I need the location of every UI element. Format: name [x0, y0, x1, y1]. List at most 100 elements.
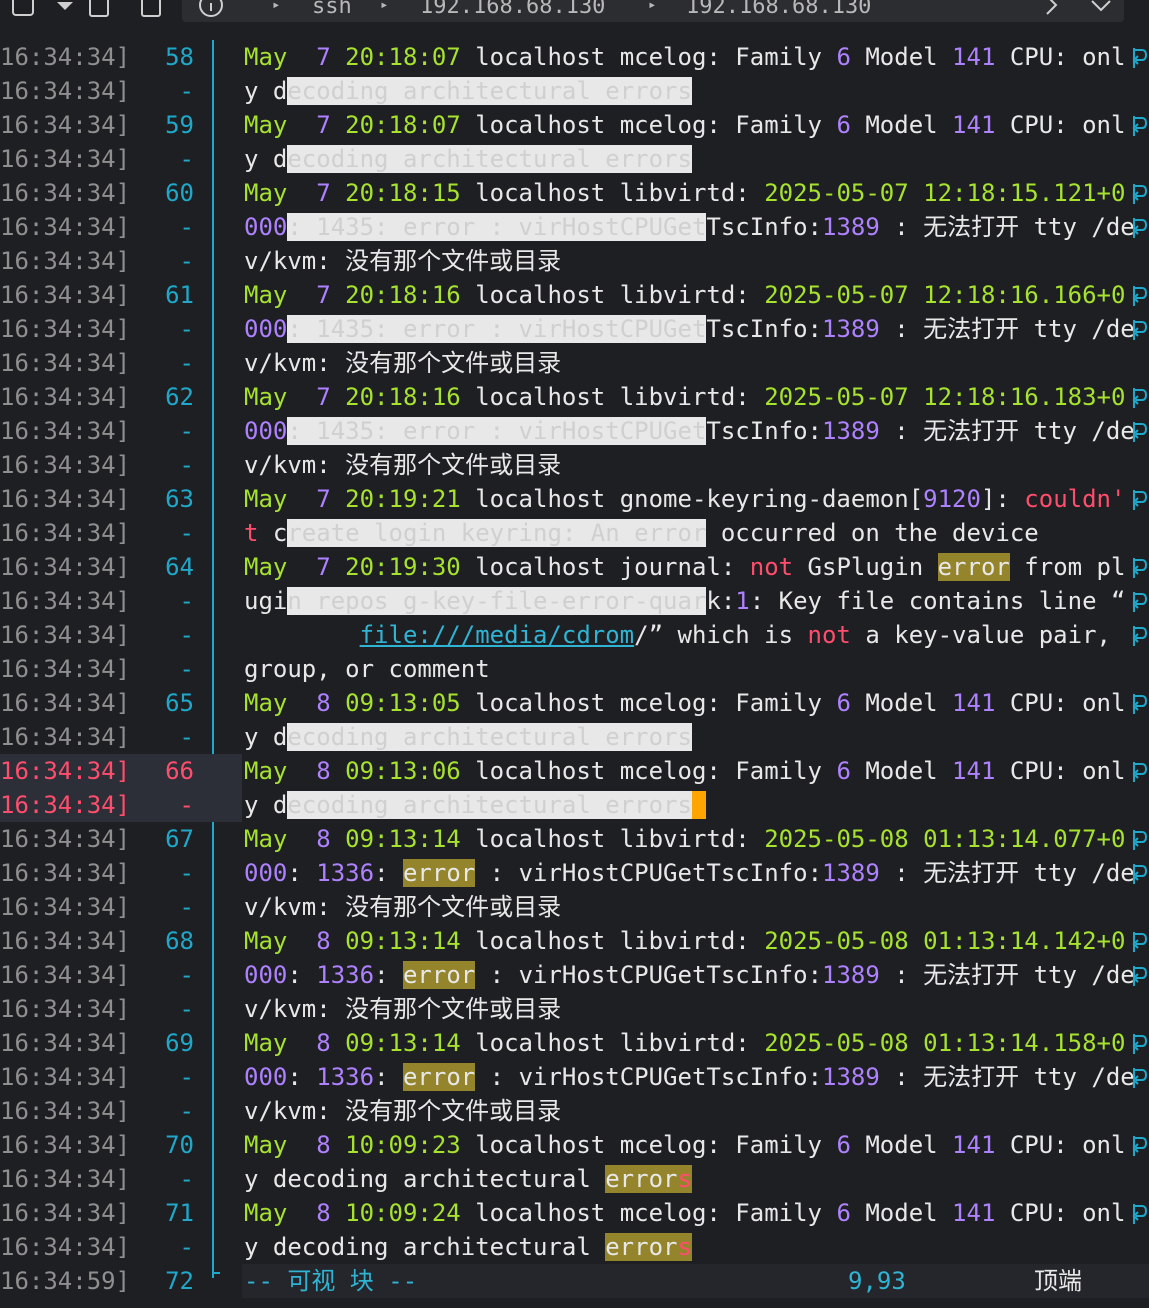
log-segment: 141	[952, 757, 996, 785]
log-text[interactable]: group, or comment	[244, 652, 490, 686]
dropdown-icon[interactable]	[52, 0, 78, 18]
log-text[interactable]: 000: 1336: error : virHostCPUGetTscInfo:…	[244, 1060, 1135, 1094]
log-text[interactable]: v/kvm: 没有那个文件或目录	[244, 244, 561, 278]
log-line[interactable]: 16:34:34] - 000: 1435: error : virHostCPUG…	[0, 312, 1149, 346]
log-text[interactable]: May 7 20:18:07 localhost mcelog: Family …	[244, 40, 1125, 74]
log-text[interactable]: May 7 20:18:07 localhost mcelog: Family …	[244, 108, 1125, 142]
log-line[interactable]: 16:34:34] - y decoding architectural error…	[0, 1230, 1149, 1264]
log-segment: : 1435: error : virHostCPUGet	[287, 417, 707, 445]
sidebar-icon[interactable]	[10, 0, 36, 18]
log-text[interactable]: t create login keyring: An error occurre…	[244, 516, 1039, 550]
log-text[interactable]: 000: 1435: error : virHostCPUGetTscInfo:…	[244, 210, 1135, 244]
info-icon[interactable]	[198, 0, 224, 18]
log-segment: s	[677, 1165, 692, 1193]
log-line[interactable]: 16:34:34] - file:///media/cdrom/” which i…	[0, 618, 1149, 652]
log-text[interactable]: May 8 09:13:05 localhost mcelog: Family …	[244, 686, 1125, 720]
log-line[interactable]: 16:34:34] 61 May 7 20:18:16 localhost libv…	[0, 278, 1149, 312]
log-text[interactable]: v/kvm: 没有那个文件或目录	[244, 1094, 561, 1128]
log-segment: :	[287, 1063, 317, 1091]
log-text[interactable]: May 8 09:13:06 localhost mcelog: Family …	[244, 754, 1125, 788]
log-text[interactable]: 000: 1435: error : virHostCPUGetTscInfo:…	[244, 414, 1135, 448]
log-line[interactable]: 16:34:34] 69 May 8 09:13:14 localhost libv…	[0, 1026, 1149, 1060]
log-line[interactable]: 16:34:34] - y decoding architectural error…	[0, 720, 1149, 754]
log-segment: localhost mcelog	[460, 689, 707, 717]
file-icon[interactable]	[138, 0, 164, 18]
log-text[interactable]: May 8 09:13:14 localhost libvirtd: 2025-…	[244, 924, 1125, 958]
log-text[interactable]: May 8 10:09:23 localhost mcelog: Family …	[244, 1128, 1125, 1162]
log-text[interactable]: y decoding architectural errors	[244, 142, 692, 176]
log-text[interactable]: y decoding architectural errors	[244, 1230, 692, 1264]
log-line[interactable]: 16:34:34] - v/kvm: 没有那个文件或目录	[0, 992, 1149, 1026]
log-text[interactable]: May 8 10:09:24 localhost mcelog: Family …	[244, 1196, 1125, 1230]
log-line[interactable]: 16:34:34] - 000: 1435: error : virHostCPUG…	[0, 210, 1149, 244]
log-line[interactable]: 16:34:34] 70 May 8 10:09:23 localhost mcel…	[0, 1128, 1149, 1162]
log-text[interactable]: v/kvm: 没有那个文件或目录	[244, 448, 561, 482]
log-text[interactable]: May 7 20:18:15 localhost libvirtd: 2025-…	[244, 176, 1125, 210]
log-line[interactable]: 16:34:34] - y decoding architectural error…	[0, 74, 1149, 108]
log-text[interactable]: y decoding architectural errors	[244, 720, 692, 754]
crumb-host[interactable]: 192.168.68.130	[686, 0, 871, 19]
log-segment: 01:13:14.158+0	[923, 1029, 1126, 1057]
log-text[interactable]: v/kvm: 没有那个文件或目录	[244, 346, 561, 380]
log-text[interactable]: 000: 1435: error : virHostCPUGetTscInfo:…	[244, 312, 1135, 346]
log-line[interactable]: 16:34:34] - t create login keyring: An err…	[0, 516, 1149, 550]
log-text[interactable]: May 8 09:13:14 localhost libvirtd: 2025-…	[244, 1026, 1125, 1060]
chevron-right-icon[interactable]	[1038, 0, 1064, 18]
crumb-host[interactable]: 192.168.68.130	[420, 0, 605, 19]
log-line[interactable]: 16:34:34] - y decoding architectural error…	[0, 1162, 1149, 1196]
line-number: -	[179, 145, 194, 173]
log-line[interactable]: 16:34:34] - v/kvm: 没有那个文件或目录	[0, 1094, 1149, 1128]
log-segment: 1336	[316, 1063, 375, 1091]
log-line[interactable]: 16:34:34] - v/kvm: 没有那个文件或目录	[0, 346, 1149, 380]
log-text[interactable]: May 7 20:18:16 localhost libvirtd: 2025-…	[244, 278, 1125, 312]
log-segment: localhost libvirtd	[460, 1029, 736, 1057]
line-number: -	[179, 315, 194, 343]
log-segment: y decoding architectural	[244, 1233, 606, 1261]
log-text[interactable]: v/kvm: 没有那个文件或目录	[244, 992, 561, 1026]
log-line[interactable]: 16:34:34] - v/kvm: 没有那个文件或目录	[0, 890, 1149, 924]
log-segment: 000	[244, 417, 288, 445]
log-line[interactable]: 16:34:34] 60 May 7 20:18:15 localhost libv…	[0, 176, 1149, 210]
log-line[interactable]: 16:34:34] 71 May 8 10:09:24 localhost mcel…	[0, 1196, 1149, 1230]
log-line[interactable]: 16:34:34] - 000: 1336: error : virHostCPUG…	[0, 1060, 1149, 1094]
log-line[interactable]: 16:34:34] 59 May 7 20:18:07 localhost mcel…	[0, 108, 1149, 142]
log-line[interactable]: 16:34:34] 68 May 8 09:13:14 localhost libv…	[0, 924, 1149, 958]
log-segment: localhost libvirtd	[460, 281, 736, 309]
log-line[interactable]: 16:34:34] - v/kvm: 没有那个文件或目录	[0, 244, 1149, 278]
log-line[interactable]: 16:34:34] 62 May 7 20:18:16 localhost libv…	[0, 380, 1149, 414]
log-line[interactable]: 16:34:34] 65 May 8 09:13:05 localhost mcel…	[0, 686, 1149, 720]
log-line[interactable]: 16:34:34] - ugin repos g-key-file-error-qu…	[0, 584, 1149, 618]
log-text[interactable]: May 7 20:19:30 localhost journal: not Gs…	[244, 550, 1125, 584]
chevron-down-icon[interactable]	[1088, 0, 1114, 18]
log-line[interactable]: 16:34:34] - 000: 1435: error : virHostCPUG…	[0, 414, 1149, 448]
log-line[interactable]: 16:34:34] 58 May 7 20:18:07 localhost mcel…	[0, 40, 1149, 74]
log-text[interactable]: May 7 20:18:16 localhost libvirtd: 2025-…	[244, 380, 1125, 414]
log-line[interactable]: 16:34:34] 63 May 7 20:19:21 localhost gnom…	[0, 482, 1149, 516]
wrap-arrow-icon	[1130, 858, 1148, 888]
log-text[interactable]: y decoding architectural errors	[244, 74, 692, 108]
timestamp: 16:34:34]	[0, 1199, 131, 1227]
log-text[interactable]: May 7 20:19:21 localhost gnome-keyring-d…	[244, 482, 1125, 516]
log-segment: 7	[301, 485, 346, 513]
log-line[interactable]: 16:34:34] - y decoding architectural error…	[0, 142, 1149, 176]
log-text[interactable]: 000: 1336: error : virHostCPUGetTscInfo:…	[244, 856, 1135, 890]
log-text[interactable]: ugin repos g-key-file-error-quark:1: Key…	[244, 584, 1140, 618]
log-text[interactable]: v/kvm: 没有那个文件或目录	[244, 890, 561, 924]
log-line[interactable]: 16:34:34] 64 May 7 20:19:30 localhost jour…	[0, 550, 1149, 584]
log-text[interactable]: file:///media/cdrom/” which is not a key…	[244, 618, 1125, 652]
log-line[interactable]: 16:34:34] - v/kvm: 没有那个文件或目录	[0, 448, 1149, 482]
log-text[interactable]: 000: 1336: error : virHostCPUGetTscInfo:…	[244, 958, 1135, 992]
log-text[interactable]: y decoding architectural errors	[244, 1162, 692, 1196]
log-segment: :	[807, 417, 822, 445]
chevron-right-icon: ▸	[272, 0, 281, 13]
log-line[interactable]: 16:34:34] - 000: 1336: error : virHostCPUG…	[0, 958, 1149, 992]
log-text[interactable]: y decoding architectural errors	[244, 788, 707, 822]
log-text[interactable]: May 8 09:13:14 localhost libvirtd: 2025-…	[244, 822, 1125, 856]
log-line[interactable]: 16:34:34] 66 May 8 09:13:06 localhost mcel…	[0, 754, 1149, 788]
log-line[interactable]: 16:34:34] - y decoding architectural error…	[0, 788, 1149, 822]
log-line[interactable]: 16:34:34] - group, or comment	[0, 652, 1149, 686]
log-line[interactable]: 16:34:34] - 000: 1336: error : virHostCPUG…	[0, 856, 1149, 890]
log-line[interactable]: 16:34:34] 67 May 8 09:13:14 localhost libv…	[0, 822, 1149, 856]
file-icon[interactable]	[86, 0, 112, 18]
crumb-ssh[interactable]: ssh	[312, 0, 352, 19]
